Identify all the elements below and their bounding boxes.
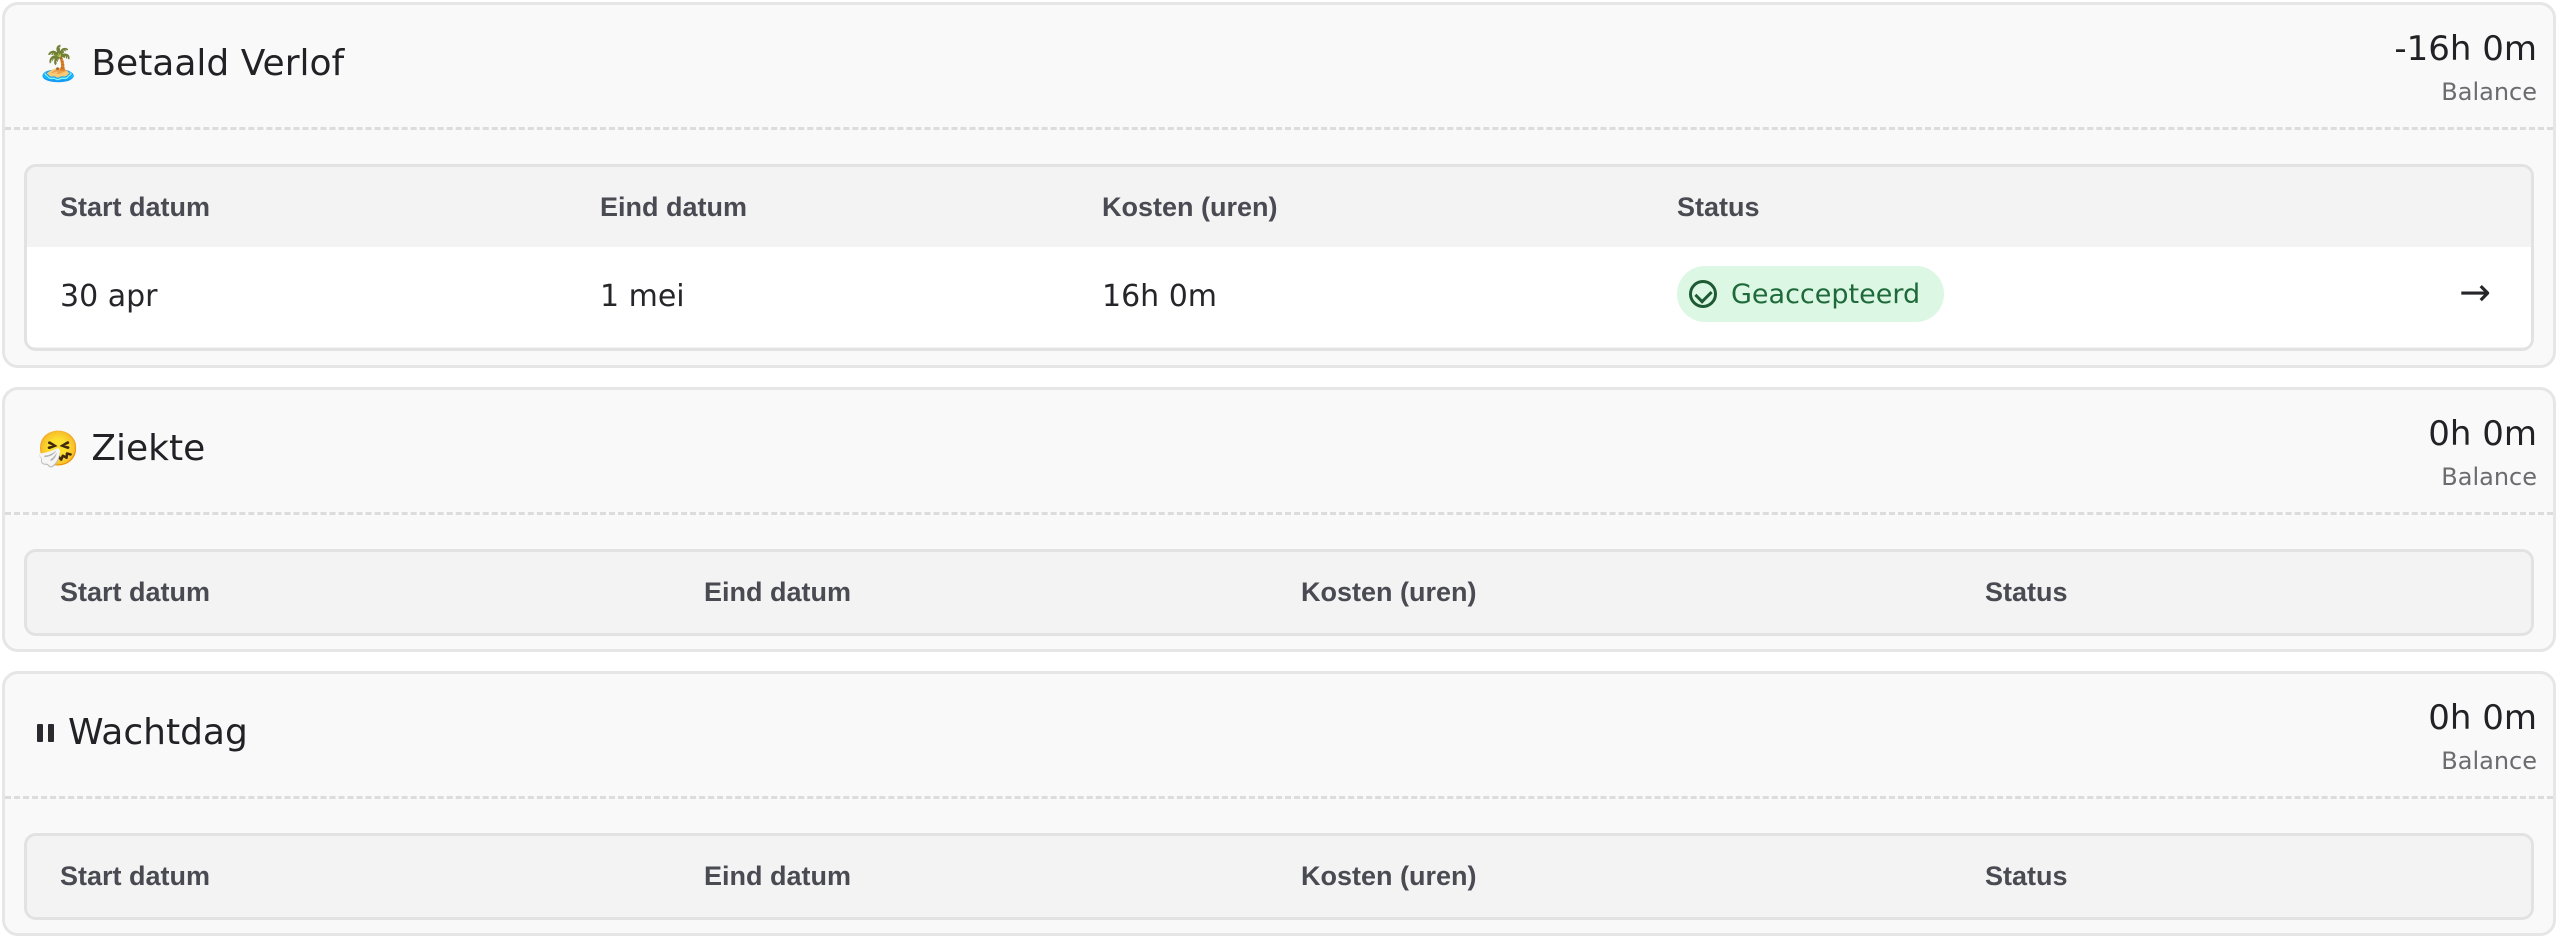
balance-label: Balance [2441,463,2537,492]
column-header-end: Eind datum [600,192,747,222]
column-header-start: Start datum [60,861,211,891]
column-header-status: Status [1985,861,2068,891]
sneezing-face-icon: 🤧 [37,428,80,469]
cell-end-date: 1 mei [600,279,685,314]
card-title: Betaald Verlof [91,43,345,84]
leave-card-betaald-verlof: 🏝️ Betaald Verlof -16h 0m Balance Start … [2,2,2556,368]
island-icon: 🏝️ [37,43,80,84]
card-title-wrap: 🏝️ Betaald Verlof [37,43,344,84]
leave-card-wachtdag: Wachtdag 0h 0m Balance Start datum Eind … [2,671,2556,936]
card-title-wrap: Wachtdag [37,712,248,753]
status-label: Geaccepteerd [1731,278,1921,310]
balance: -16h 0m Balance [2394,29,2537,107]
balance-label: Balance [2441,747,2537,776]
leave-table: Start datum Eind datum Kosten (uren) Sta… [24,833,2534,920]
column-header-cost: Kosten (uren) [1301,861,1477,891]
leave-table: Start datum Eind datum Kosten (uren) Sta… [24,549,2534,636]
balance-value: -16h 0m [2394,29,2537,69]
arrow-right-icon[interactable]: → [2459,273,2491,311]
column-header-start: Start datum [60,577,211,607]
column-header-start: Start datum [60,192,211,222]
column-header-status: Status [1677,192,1760,222]
balance: 0h 0m Balance [2428,698,2537,776]
card-header: 🤧 Ziekte 0h 0m Balance [5,390,2553,515]
column-header-cost: Kosten (uren) [1102,192,1278,222]
cell-start-date: 30 apr [60,279,158,314]
table-row[interactable]: 30 apr 1 mei 16h 0m Geaccepteerd → [27,247,2531,347]
pause-icon [37,723,54,742]
table-header-row: Start datum Eind datum Kosten (uren) Sta… [27,167,2531,247]
leave-table: Start datum Eind datum Kosten (uren) Sta… [24,164,2534,351]
column-header-end: Eind datum [704,577,851,607]
card-title: Ziekte [91,428,206,469]
card-header: Wachtdag 0h 0m Balance [5,674,2553,799]
balance-value: 0h 0m [2428,698,2537,738]
table-header-row: Start datum Eind datum Kosten (uren) Sta… [27,552,2531,632]
column-header-end: Eind datum [704,861,851,891]
card-title-wrap: 🤧 Ziekte [37,428,205,469]
balance-label: Balance [2441,78,2537,107]
check-circle-icon [1689,280,1717,308]
card-header: 🏝️ Betaald Verlof -16h 0m Balance [5,5,2553,130]
balance-value: 0h 0m [2428,414,2537,454]
cell-cost: 16h 0m [1102,279,1218,314]
column-header-status: Status [1985,577,2068,607]
column-header-cost: Kosten (uren) [1301,577,1477,607]
leave-card-ziekte: 🤧 Ziekte 0h 0m Balance Start datum Eind … [2,387,2556,652]
card-title: Wachtdag [68,712,248,753]
balance: 0h 0m Balance [2428,414,2537,492]
status-badge: Geaccepteerd [1677,266,1945,322]
table-header-row: Start datum Eind datum Kosten (uren) Sta… [27,836,2531,916]
